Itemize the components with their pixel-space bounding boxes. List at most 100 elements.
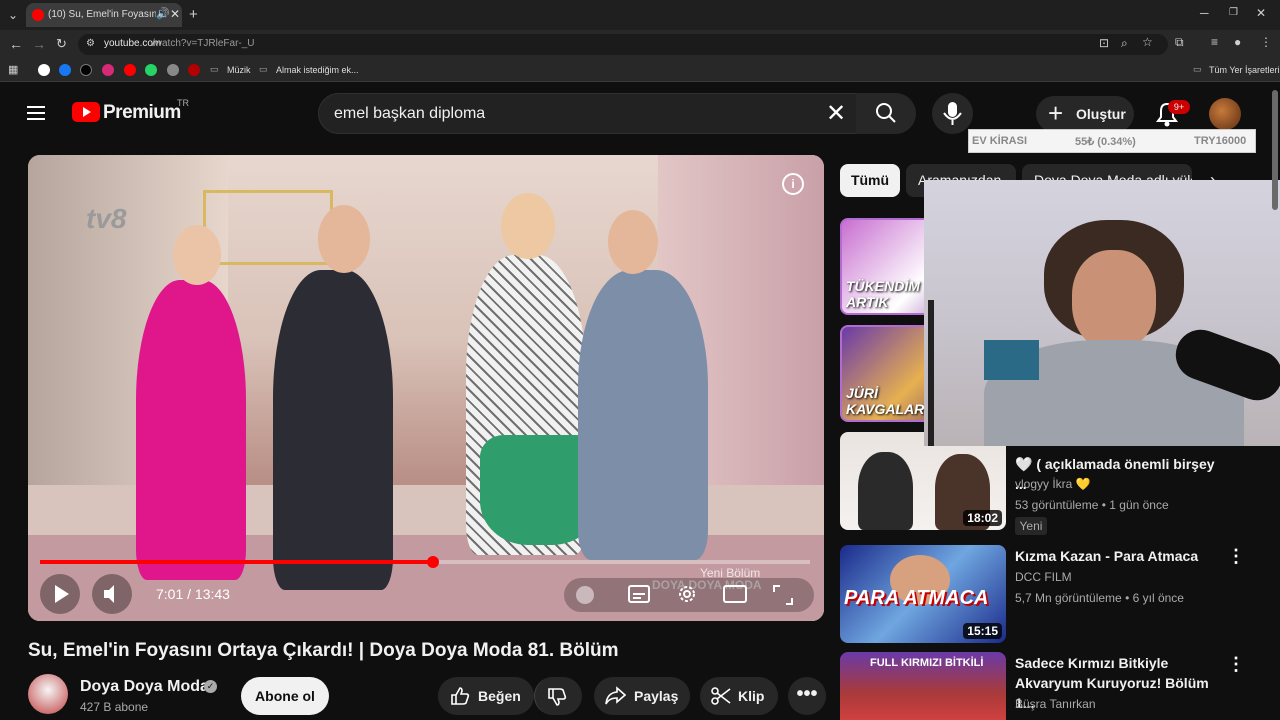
more-vert-icon[interactable]: ⋮ [1227, 654, 1245, 675]
channel-avatar[interactable] [28, 674, 68, 714]
tab-title: (10) Su, Emel'in Foyasını Ortaya Çıkardı… [48, 9, 156, 20]
tab-close-icon[interactable]: ✕ [170, 7, 180, 21]
site-info-icon[interactable]: ⚙ [86, 38, 95, 49]
search-button[interactable] [856, 93, 916, 134]
related-video-channel[interactable]: DCC FILM [1015, 570, 1072, 584]
scrollbar-thumb[interactable] [1272, 90, 1278, 210]
avatar[interactable] [1209, 98, 1241, 130]
video-thumbnail[interactable]: PARA ATMACA 15:15 [840, 545, 1006, 643]
reload-icon[interactable]: ↻ [56, 36, 67, 52]
related-video-channel[interactable]: Büşra Tanırkan [1015, 697, 1096, 711]
theater-mode-icon[interactable] [723, 584, 747, 604]
streamer-face [1072, 250, 1156, 350]
juror-grey-suit [578, 270, 708, 560]
new-tab-icon[interactable]: + [189, 6, 198, 23]
clip-button[interactable]: Klip [700, 677, 778, 715]
subtitles-icon[interactable] [628, 584, 650, 604]
youtube-logo-text[interactable]: Premium [103, 102, 181, 124]
google-bookmark-icon[interactable] [38, 64, 50, 76]
install-icon[interactable]: ⊡ [1099, 36, 1109, 50]
bookmark-icon[interactable] [188, 64, 200, 76]
instagram-bookmark-icon[interactable] [102, 64, 114, 76]
bookmarks-bar: ▦ ▭ Müzik ▭ Almak istediğim ek... ▭ Tüm … [0, 58, 1280, 82]
tab-search-icon[interactable]: ⌄ [8, 8, 18, 22]
browser-tab[interactable]: (10) Su, Emel'in Foyasını Ortaya Çıkardı… [26, 3, 182, 27]
extensions-icon[interactable]: ⧉ [1175, 35, 1184, 50]
region-code: TR [177, 98, 189, 108]
youtube-logo-icon[interactable] [72, 102, 100, 122]
related-video-title[interactable]: Kızma Kazan - Para Atmaca [1015, 546, 1220, 566]
subscribe-button[interactable]: Abone ol [241, 677, 329, 715]
more-icon: ••• [796, 683, 818, 705]
minimize-icon[interactable]: ─ [1200, 6, 1209, 20]
progress-fill [40, 560, 434, 564]
volume-icon [104, 585, 114, 603]
share-icon [605, 686, 626, 705]
media-icon[interactable]: ≡ [1211, 35, 1218, 49]
bookmark-folder-music[interactable]: Müzik [227, 65, 251, 75]
star-icon[interactable]: ☆ [1142, 35, 1153, 49]
clip-label: Klip [738, 688, 765, 704]
folder-icon: ▭ [259, 64, 268, 74]
volume-button[interactable] [92, 574, 132, 614]
whatsapp-bookmark-icon[interactable] [145, 64, 157, 76]
folder-icon: ▭ [1193, 64, 1202, 74]
ticker-label: EV KİRASI [972, 135, 1028, 147]
video-thumbnail[interactable]: FULL KIRMIZI BİTKİLİ [840, 652, 1006, 720]
duration-badge: 15:15 [963, 623, 1002, 639]
bookmark-folder-wishlist[interactable]: Almak istediğim ek... [276, 65, 359, 75]
autoplay-toggle[interactable] [576, 586, 594, 604]
video-player[interactable]: tv8 i DOYA DOYA MODA [28, 155, 824, 621]
settings-gear-icon[interactable] [676, 583, 698, 605]
juror-head [501, 193, 555, 259]
info-icon[interactable]: i [782, 173, 804, 195]
facebook-bookmark-icon[interactable] [59, 64, 71, 76]
like-label: Beğen [478, 688, 521, 704]
fullscreen-icon[interactable] [772, 584, 794, 606]
host-pink-dress [136, 280, 246, 580]
play-button[interactable] [40, 574, 80, 614]
background-aquarium [984, 340, 1039, 380]
related-video-meta: 53 görüntüleme • 1 gün önce [1015, 498, 1169, 512]
folder-icon: ▭ [210, 64, 219, 74]
thumbnail-text: FULL KIRMIZI BİTKİLİ [870, 657, 984, 669]
webcam-overlay [924, 180, 1280, 446]
x-bookmark-icon[interactable] [80, 64, 92, 76]
channel-name[interactable]: Doya Doya Moda [80, 678, 209, 696]
window-close-icon[interactable]: ✕ [1256, 6, 1266, 20]
hamburger-menu-icon[interactable] [27, 102, 45, 124]
related-video-channel[interactable]: vlogyy İkra 💛 [1015, 477, 1091, 491]
forward-icon[interactable]: → [32, 36, 46, 52]
bookmark-icon[interactable] [167, 64, 179, 76]
voice-search-button[interactable] [932, 93, 973, 134]
duration-badge: 18:02 [963, 510, 1002, 526]
video-title: Su, Emel'in Foyasını Ortaya Çıkardı! | D… [28, 640, 619, 661]
tv8-logo: tv8 [86, 203, 127, 234]
all-bookmarks[interactable]: Tüm Yer İşaretleri [1209, 65, 1280, 75]
play-icon [55, 585, 69, 603]
zoom-icon[interactable]: ⌕ [1121, 36, 1128, 51]
search-query[interactable]: emel başkan diploma [334, 105, 485, 123]
create-label: Oluştur [1076, 106, 1126, 122]
chrome-menu-icon[interactable]: ⋮ [1260, 35, 1272, 49]
scissors-icon [711, 687, 731, 705]
chip-all[interactable]: Tümü [840, 164, 900, 197]
profile-icon[interactable]: ● [1234, 35, 1241, 49]
url-path: /watch?v=TJRleFar-_U [152, 38, 255, 49]
dislike-button[interactable] [534, 677, 582, 715]
apps-icon[interactable]: ▦ [8, 63, 18, 76]
juror-black-outfit [273, 270, 393, 590]
back-icon[interactable]: ← [9, 36, 23, 52]
speaker-icon[interactable]: 🔊 [156, 7, 170, 20]
maximize-icon[interactable]: ❐ [1229, 7, 1238, 18]
subscriber-count: 427 B abone [80, 700, 149, 714]
clear-search-icon[interactable]: ✕ [826, 99, 846, 128]
youtube-favicon-icon [32, 9, 44, 21]
more-actions-button[interactable]: ••• [788, 677, 826, 715]
juror-head [608, 210, 658, 274]
more-vert-icon[interactable]: ⋮ [1227, 546, 1245, 567]
like-button[interactable]: Beğen [438, 677, 534, 715]
share-button[interactable]: Paylaş [594, 677, 690, 715]
video-thumbnail[interactable]: 18:02 [840, 432, 1006, 530]
youtube-bookmark-icon[interactable] [124, 64, 136, 76]
